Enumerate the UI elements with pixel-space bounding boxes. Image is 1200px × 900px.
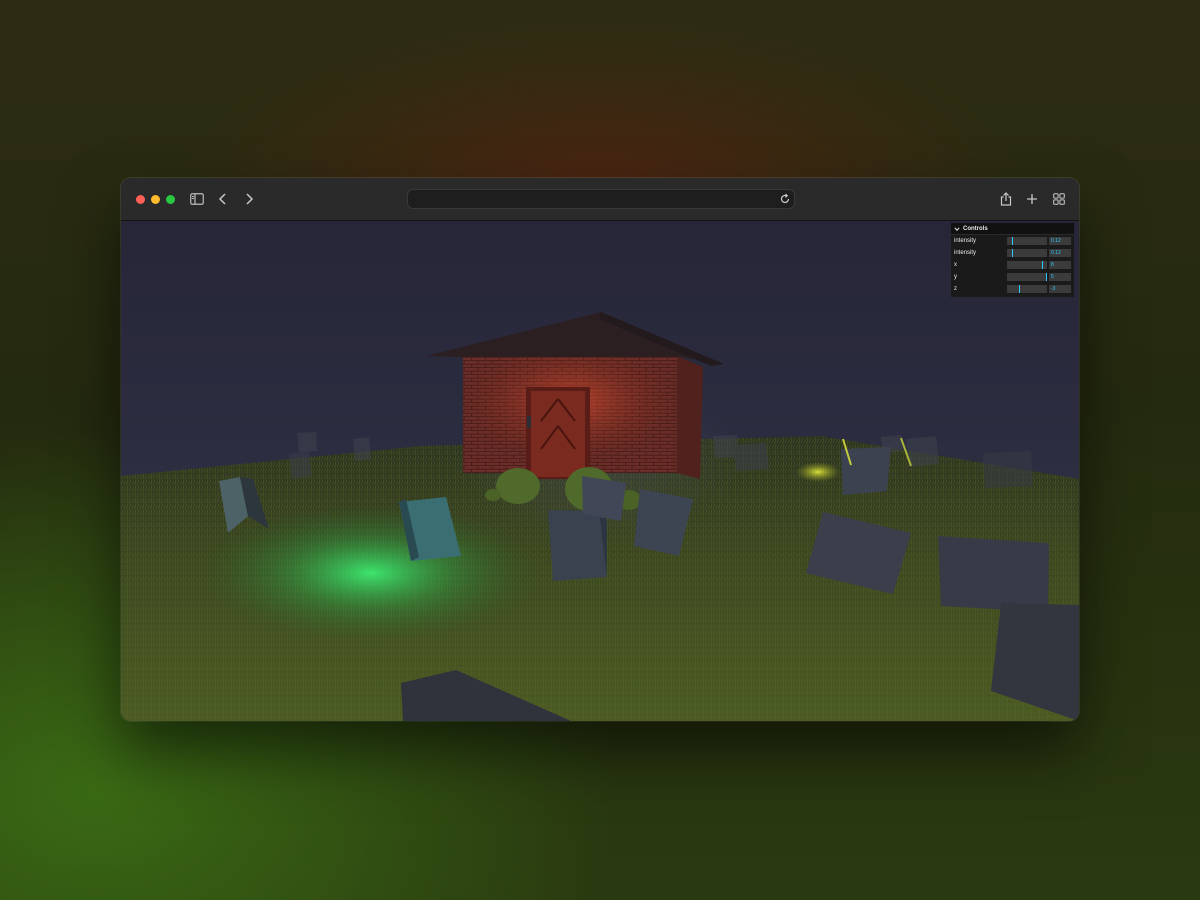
controls-header[interactable]: Controls <box>951 223 1074 235</box>
control-label: intensity <box>954 238 977 244</box>
chevron-right-icon[interactable] <box>239 189 259 209</box>
slider-knob[interactable] <box>1045 273 1047 281</box>
control-row: z -3 <box>951 283 1074 295</box>
control-row: y5 <box>951 271 1074 283</box>
tab-overview-icon[interactable] <box>1049 189 1069 209</box>
plus-icon[interactable] <box>1022 189 1042 209</box>
slider-knob[interactable] <box>1018 285 1020 293</box>
share-icon[interactable] <box>996 189 1016 209</box>
chevron-down-icon[interactable] <box>954 226 960 232</box>
control-label: y <box>954 274 957 280</box>
control-slider[interactable] <box>1007 261 1047 269</box>
webgl-canvas[interactable]: Controls intensity 0.12 intensity 0.12 x 8 y 5 z… <box>121 221 1079 721</box>
maximize-window-button[interactable] <box>166 195 175 204</box>
control-label: x <box>954 262 957 268</box>
slider-knob[interactable] <box>1042 261 1044 269</box>
address-bar[interactable] <box>407 189 795 209</box>
control-slider[interactable] <box>1007 237 1047 245</box>
control-value-input[interactable]: 5 <box>1049 273 1071 281</box>
control-label: z <box>954 286 957 292</box>
control-value-input[interactable]: 0.12 <box>1049 237 1071 245</box>
chevron-left-icon[interactable] <box>213 189 233 209</box>
reload-icon[interactable] <box>779 192 791 210</box>
slider-knob[interactable] <box>1011 249 1013 257</box>
slider-knob[interactable] <box>1011 237 1013 245</box>
controls-panel[interactable]: Controls intensity 0.12 intensity 0.12 x 8 y 5 z… <box>951 223 1074 297</box>
green-ghost-light <box>201 503 541 643</box>
browser-toolbar <box>121 178 1079 221</box>
close-window-button[interactable] <box>136 195 145 204</box>
controls-title: Controls <box>963 225 988 232</box>
control-slider[interactable] <box>1007 273 1047 281</box>
control-row: x8 <box>951 259 1074 271</box>
control-value-input[interactable]: -3 <box>1049 285 1071 293</box>
browser-window: Controls intensity 0.12 intensity 0.12 x 8 y 5 z… <box>121 178 1079 721</box>
control-slider[interactable] <box>1007 249 1047 257</box>
sidebar-icon[interactable] <box>187 189 207 209</box>
control-row: intensity 0.12 <box>951 235 1074 247</box>
control-value-input[interactable]: 8 <box>1049 261 1071 269</box>
control-slider[interactable] <box>1007 285 1047 293</box>
minimize-window-button[interactable] <box>151 195 160 204</box>
control-value-input[interactable]: 0.12 <box>1049 249 1071 257</box>
control-label: intensity <box>954 250 977 256</box>
yellow-ghost-light <box>796 462 840 482</box>
control-row: intensity 0.12 <box>951 247 1074 259</box>
